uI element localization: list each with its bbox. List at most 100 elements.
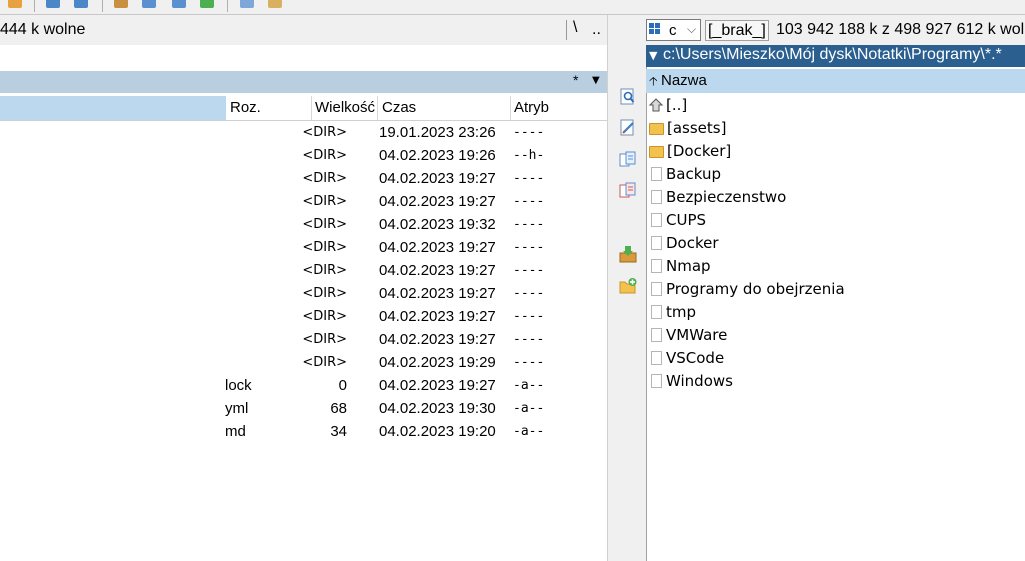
table-row[interactable]: <DIR> 04.02.2023 19:27 ---- [0, 259, 607, 282]
table-row[interactable]: <DIR> 04.02.2023 19:27 ---- [0, 190, 607, 213]
list-item[interactable]: CUPS [646, 209, 1025, 232]
cell-size: <DIR> [302, 309, 347, 324]
file-icon [651, 167, 662, 181]
item-name: [assets] [667, 119, 727, 137]
cell-time: 04.02.2023 19:30 [379, 400, 496, 417]
cell-time: 04.02.2023 19:27 [379, 193, 496, 210]
cell-attr: ---- [513, 332, 545, 347]
toolbar-button-icon[interactable] [8, 0, 22, 8]
drive-icon [649, 23, 660, 34]
table-row[interactable]: <DIR> 04.02.2023 19:27 ---- [0, 328, 607, 351]
list-item[interactable]: VMWare [646, 324, 1025, 347]
unpack-icon[interactable] [619, 245, 637, 263]
folder-icon [649, 146, 664, 158]
cell-ext: lock [225, 377, 252, 394]
table-row[interactable]: <DIR> 04.02.2023 19:27 ---- [0, 305, 607, 328]
move-icon[interactable] [619, 182, 637, 200]
toolbar-button-icon[interactable] [172, 0, 186, 8]
table-row[interactable]: <DIR> 04.02.2023 19:26 --h- [0, 144, 607, 167]
cell-size: <DIR> [302, 355, 347, 370]
list-item[interactable]: Docker [646, 232, 1025, 255]
toolbar-button-icon[interactable] [142, 0, 156, 8]
path-history-icon[interactable]: ▼ [649, 49, 657, 62]
left-up-button[interactable]: .. [592, 21, 601, 39]
cell-time: 19.01.2023 23:26 [379, 124, 496, 141]
header-separator[interactable] [377, 96, 378, 120]
list-item[interactable]: [assets] [646, 117, 1025, 140]
cell-time: 04.02.2023 19:27 [379, 308, 496, 325]
header-ext[interactable]: Roz. [230, 99, 261, 116]
item-name: [Docker] [667, 142, 732, 160]
cell-attr: -a-- [513, 401, 545, 416]
cell-attr: ---- [513, 171, 545, 186]
table-row[interactable]: yml 68 04.02.2023 19:30 -a-- [0, 397, 607, 420]
copy-icon[interactable] [619, 151, 637, 169]
table-row[interactable]: lock 0 04.02.2023 19:27 -a-- [0, 374, 607, 397]
file-icon [651, 328, 662, 342]
cell-time: 04.02.2023 19:27 [379, 262, 496, 279]
toolbar-button-icon[interactable] [46, 0, 60, 8]
item-name: CUPS [666, 211, 707, 229]
header-time[interactable]: Czas [382, 99, 416, 116]
view-icon[interactable] [619, 88, 637, 106]
right-path-text: c:\Users\Mieszko\Mój dysk\Notatki\Progra… [663, 46, 1002, 63]
cell-size: 0 [338, 377, 347, 394]
header-size[interactable]: Wielkość [315, 99, 377, 116]
new-folder-icon[interactable] [619, 277, 637, 295]
middle-button-bar [607, 15, 647, 561]
toolbar-button-icon[interactable] [240, 0, 254, 8]
table-row[interactable]: <DIR> 04.02.2023 19:29 ---- [0, 351, 607, 374]
header-name[interactable]: Nazwa [661, 72, 707, 89]
list-item[interactable]: Nmap [646, 255, 1025, 278]
file-icon [651, 282, 662, 296]
toolbar-button-icon[interactable] [200, 0, 214, 8]
header-attr[interactable]: Atryb [514, 99, 549, 116]
cell-size: 34 [330, 423, 347, 440]
left-root-button[interactable]: \ [573, 19, 577, 37]
cell-time: 04.02.2023 19:29 [379, 354, 496, 371]
right-free-space: 103 942 188 k z 498 927 612 k wolne [776, 21, 1025, 38]
left-filter[interactable]: * [573, 72, 578, 88]
item-name: Nmap [666, 257, 711, 275]
toolbar-separator [227, 0, 228, 12]
list-item[interactable]: Programy do obejrzenia [646, 278, 1025, 301]
cell-attr: ---- [513, 125, 545, 140]
left-drive-separator [566, 20, 567, 40]
right-path-bar[interactable]: ▼ c:\Users\Mieszko\Mój dysk\Notatki\Prog… [646, 45, 1025, 67]
cell-size: <DIR> [302, 148, 347, 163]
header-separator[interactable] [510, 96, 511, 120]
table-row[interactable]: <DIR> 04.02.2023 19:27 ---- [0, 167, 607, 190]
table-row[interactable]: <DIR> 04.02.2023 19:32 ---- [0, 213, 607, 236]
cell-attr: ---- [513, 309, 545, 324]
drive-selector[interactable]: c ⌵ [646, 19, 701, 41]
right-column-header[interactable]: 🡡 Nazwa [646, 69, 1025, 93]
table-row[interactable]: <DIR> 04.02.2023 19:27 ---- [0, 236, 607, 259]
up-folder-icon [649, 98, 663, 112]
list-item[interactable]: tmp [646, 301, 1025, 324]
cell-attr: ---- [513, 286, 545, 301]
list-item[interactable]: Bezpieczenstwo [646, 186, 1025, 209]
cell-size: <DIR> [302, 171, 347, 186]
table-row[interactable]: <DIR> 19.01.2023 23:26 ---- [0, 121, 607, 144]
edit-icon[interactable] [619, 119, 637, 137]
table-row[interactable]: md 34 04.02.2023 19:20 -a-- [0, 420, 607, 443]
list-item[interactable]: [Docker] [646, 140, 1025, 163]
item-name: Bezpieczenstwo [666, 188, 787, 206]
list-item[interactable]: [..] [646, 94, 1025, 117]
table-row[interactable]: <DIR> 04.02.2023 19:27 ---- [0, 282, 607, 305]
toolbar-button-icon[interactable] [268, 0, 282, 8]
left-history-chevron-icon[interactable]: ▼ [592, 75, 600, 86]
list-item[interactable]: Backup [646, 163, 1025, 186]
toolbar-button-icon[interactable] [74, 0, 88, 8]
left-file-list: <DIR> 19.01.2023 23:26 ---- <DIR> 04.02.2023… [0, 121, 607, 443]
left-path-bar[interactable] [0, 71, 607, 93]
cell-time: 04.02.2023 19:27 [379, 377, 496, 394]
list-item[interactable]: Windows [646, 370, 1025, 393]
search-icon[interactable] [114, 0, 128, 8]
item-name: VMWare [666, 326, 728, 344]
left-header-name-column[interactable] [0, 96, 226, 120]
cell-size: <DIR> [302, 332, 347, 347]
list-item[interactable]: VSCode [646, 347, 1025, 370]
folder-icon [649, 123, 664, 135]
header-separator[interactable] [311, 96, 312, 120]
